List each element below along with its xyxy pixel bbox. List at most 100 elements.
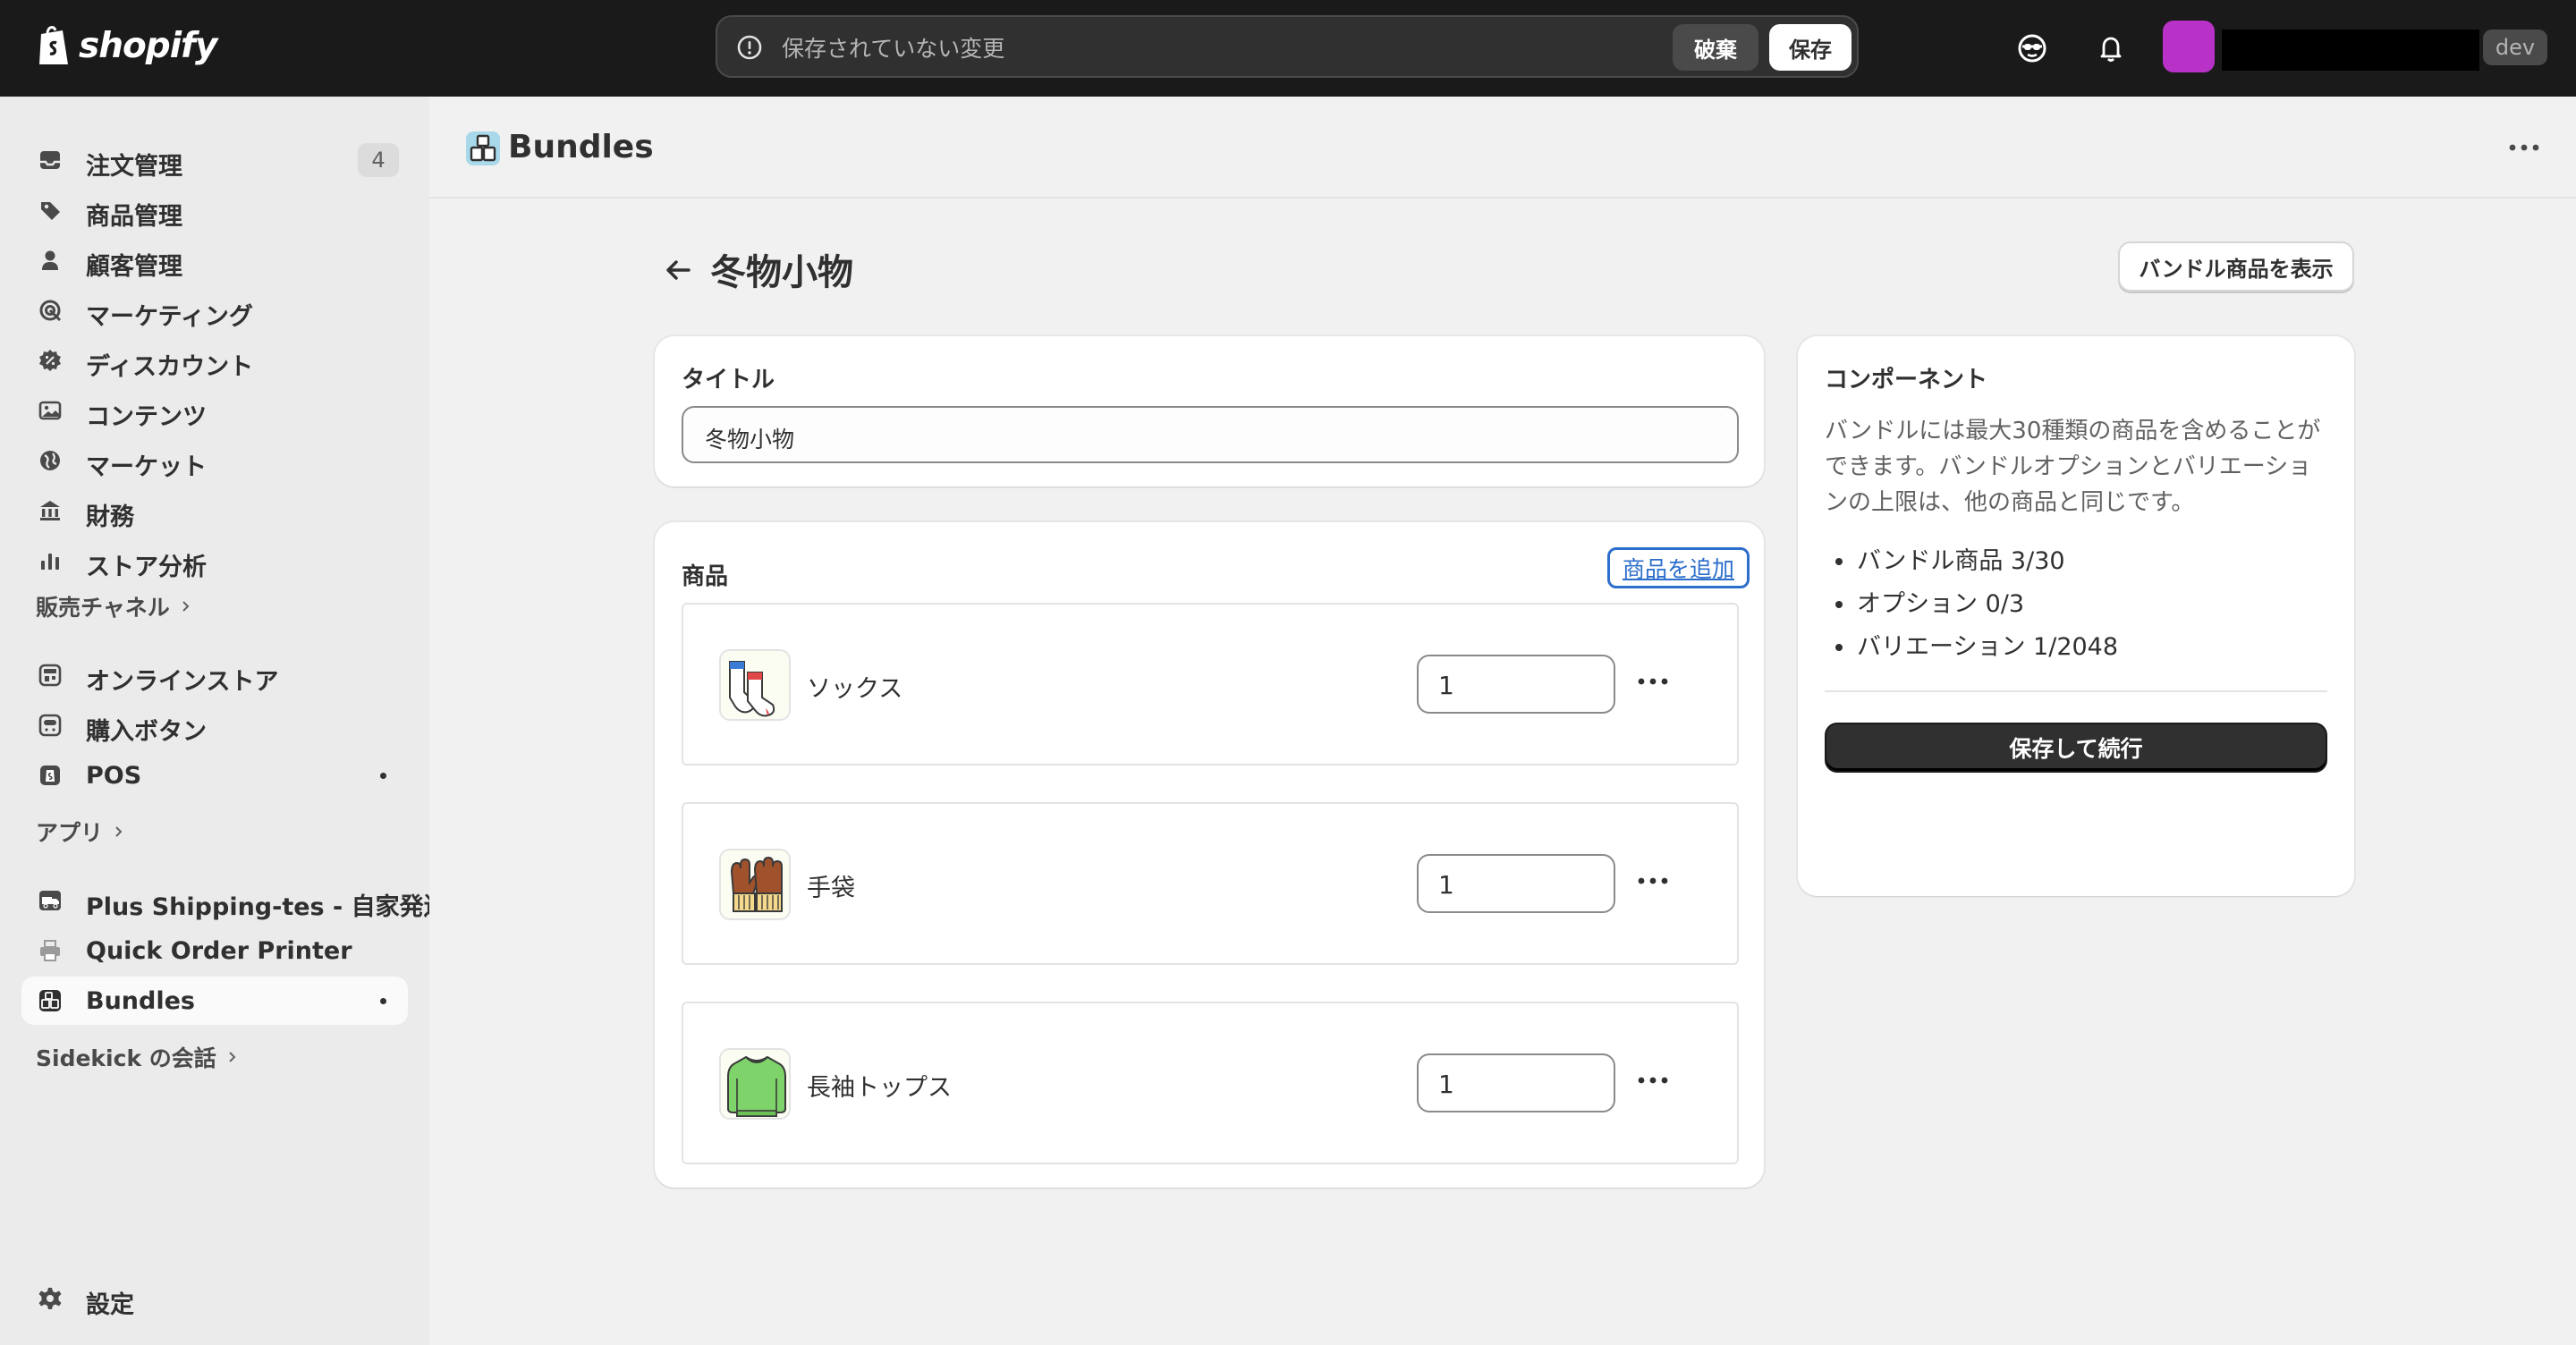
sales-channels-heading-label: 販売チャネル	[36, 595, 170, 621]
orders-count-badge: 4	[358, 143, 399, 177]
sidebar-item-label: 顧客管理	[86, 253, 182, 281]
globe-icon	[40, 451, 60, 470]
gloves-icon	[721, 850, 789, 918]
product-row: 長袖トップス 1	[682, 1002, 1739, 1164]
variations-stat: バリエーション 1/2048	[1825, 626, 2118, 669]
sidebar-item-bundles[interactable]: Bundles	[21, 977, 408, 1025]
sidekick-conversations-heading[interactable]: Sidekick の会話	[36, 1041, 240, 1073]
main-content: Bundles 冬物小物 バンドル商品を表示 タイトル 冬物小物 商品 商品を追…	[429, 97, 2576, 1345]
more-horizontal-icon[interactable]	[1637, 876, 1669, 886]
sidekick-icon[interactable]	[2014, 30, 2050, 66]
page-title: 冬物小物	[710, 252, 853, 293]
store-name-redacted[interactable]	[2222, 30, 2479, 71]
quantity-input[interactable]: 1	[1417, 1053, 1615, 1112]
sidebar-item-online-store[interactable]: オンラインストア	[21, 651, 408, 699]
apps-heading[interactable]: アプリ	[36, 816, 126, 848]
bundle-products-stat: バンドル商品 3/30	[1825, 540, 2118, 583]
sidebar-item-pos[interactable]: POS	[21, 751, 408, 799]
back-arrow-icon[interactable]	[660, 252, 696, 288]
more-horizontal-icon[interactable]	[1637, 676, 1669, 687]
chevron-right-icon	[182, 601, 190, 612]
quantity-input[interactable]: 1	[1417, 854, 1615, 913]
sidebar-item-customers[interactable]: 顧客管理	[21, 236, 408, 284]
store-avatar[interactable]	[2163, 21, 2215, 72]
sidebar-item-markets[interactable]: マーケット	[21, 436, 408, 485]
product-thumbnail	[719, 849, 791, 920]
sidebar-item-analytics[interactable]: ストア分析	[21, 537, 408, 585]
sidebar-item-label: 設定	[86, 1291, 134, 1319]
sidebar-item-label: Quick Order Printer	[86, 937, 352, 965]
brand-name: shopify	[79, 25, 217, 66]
shopify-bag-icon	[39, 26, 68, 64]
store-badge: dev	[2483, 30, 2547, 65]
products-card-title: 商品	[682, 563, 729, 590]
truck-app-icon	[39, 891, 61, 910]
sidebar-item-label: 商品管理	[86, 203, 182, 231]
unsaved-changes-text: 保存されていない変更	[782, 36, 1005, 62]
sidebar-item-plus-shipping[interactable]: Plus Shipping-tes - 自家発送	[21, 876, 448, 925]
save-and-continue-button[interactable]: 保存して続行	[1825, 723, 2327, 773]
sidebar-item-label: コンテンツ	[86, 403, 207, 431]
bundles-app-icon	[39, 990, 61, 1011]
more-horizontal-icon[interactable]	[2508, 143, 2540, 152]
app-title: Bundles	[508, 129, 654, 165]
title-input[interactable]: 冬物小物	[682, 406, 1739, 463]
quantity-input[interactable]: 1	[1417, 655, 1615, 714]
sidebar-item-label: 財務	[86, 503, 134, 531]
view-bundle-product-button[interactable]: バンドル商品を表示	[2118, 241, 2354, 292]
sidebar-item-buy-button[interactable]: 購入ボタン	[21, 701, 408, 749]
chart-icon	[41, 554, 59, 570]
product-name: 手袋	[807, 875, 855, 902]
sidebar-item-finance[interactable]: 財務	[21, 486, 408, 535]
options-stat: オプション 0/3	[1825, 583, 2118, 626]
divider	[1825, 690, 2327, 692]
sidebar-item-label: 注文管理	[86, 153, 182, 181]
sidebar-item-content[interactable]: コンテンツ	[21, 386, 408, 435]
sidebar-item-label: オンラインストア	[86, 668, 279, 696]
sidebar-item-orders[interactable]: 注文管理 4	[21, 136, 408, 184]
save-button[interactable]: 保存	[1769, 24, 1852, 71]
bell-icon[interactable]	[2093, 30, 2129, 66]
sidebar-item-label: マーケット	[86, 453, 207, 481]
sweater-icon	[721, 1050, 789, 1118]
bundles-app-icon	[466, 131, 500, 165]
buy-button-icon	[38, 714, 62, 737]
products-card: 商品 商品を追加 ソックス 1 手袋 1 長袖トップス 1	[655, 522, 1764, 1188]
apps-heading-label: アプリ	[36, 820, 104, 846]
sidebar-item-marketing[interactable]: マーケティング	[21, 286, 408, 334]
more-horizontal-icon[interactable]	[1637, 1075, 1669, 1086]
bundles-status-dot	[380, 998, 386, 1004]
person-icon	[42, 250, 58, 270]
product-thumbnail	[719, 649, 791, 721]
sidebar-item-label: 購入ボタン	[86, 718, 207, 746]
sidebar-item-label: ディスカウント	[86, 353, 254, 381]
alert-circle-icon	[737, 35, 762, 60]
sidekick-heading-label: Sidekick の会話	[36, 1045, 216, 1071]
bank-icon	[40, 501, 60, 520]
discard-button[interactable]: 破棄	[1673, 24, 1758, 71]
pos-icon	[40, 766, 60, 785]
title-card: タイトル 冬物小物	[655, 336, 1764, 486]
sales-channels-heading[interactable]: 販売チャネル	[36, 590, 193, 622]
gear-icon	[38, 1288, 62, 1309]
sidebar-item-label: Plus Shipping-tes - 自家発送	[86, 893, 448, 921]
components-card: コンポーネント バンドルには最大30種類の商品を含めることができます。バンドルオ…	[1798, 336, 2354, 896]
product-name: ソックス	[807, 675, 903, 703]
sidebar-item-label: マーケティング	[86, 303, 253, 331]
discount-icon	[39, 350, 61, 371]
product-row: 手袋 1	[682, 802, 1739, 965]
add-product-link[interactable]: 商品を追加	[1606, 547, 1750, 588]
sidebar-item-quick-order-printer[interactable]: Quick Order Printer	[21, 926, 408, 975]
chevron-right-icon	[229, 1052, 236, 1062]
sidebar-item-products[interactable]: 商品管理	[21, 186, 408, 234]
sidebar-item-settings[interactable]: 設定	[21, 1274, 408, 1323]
printer-app-icon	[40, 940, 60, 961]
components-stats-list: バンドル商品 3/30 オプション 0/3 バリエーション 1/2048	[1825, 540, 2118, 669]
product-thumbnail	[719, 1048, 791, 1120]
top-bar: shopify 保存されていない変更 破棄 保存 dev	[0, 0, 2576, 97]
app-header: Bundles	[429, 97, 2576, 199]
shopify-logo[interactable]: shopify	[36, 23, 217, 68]
sidebar-item-discounts[interactable]: ディスカウント	[21, 336, 408, 385]
sidebar-item-label: POS	[86, 762, 142, 790]
inbox-icon	[40, 151, 60, 169]
